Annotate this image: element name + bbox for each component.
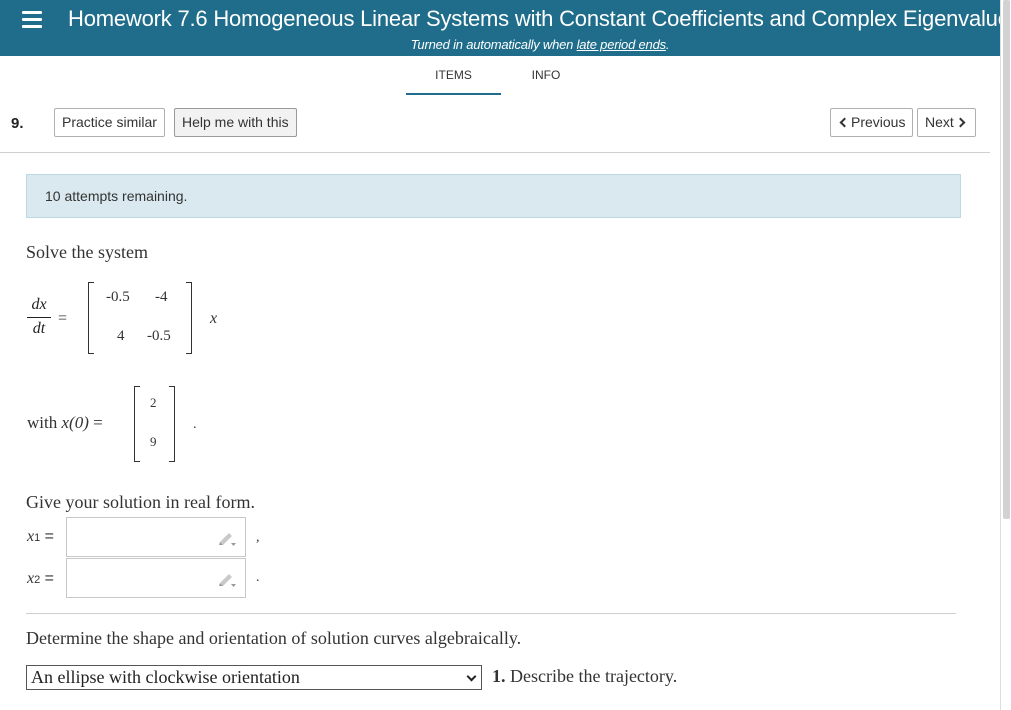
x1-label: x1 = xyxy=(27,528,55,545)
solution-instruction: Give your solution in real form. xyxy=(26,492,255,512)
x1-comma: , xyxy=(256,530,260,545)
trajectory-select[interactable]: An ellipse with clockwise orientation xyxy=(26,665,482,690)
initial-vector-1: 2 xyxy=(150,395,157,410)
pencil-icon[interactable] xyxy=(217,530,237,546)
section-divider xyxy=(26,613,956,614)
attempts-banner: 10 attempts remaining. xyxy=(26,174,961,218)
tab-items[interactable]: ITEMS xyxy=(406,66,501,95)
matrix-cell-22: -0.5 xyxy=(147,328,171,344)
matrix-right-bracket xyxy=(186,282,192,354)
assignment-title: Homework 7.6 Homogeneous Linear Systems … xyxy=(68,6,1000,31)
x2-answer-input[interactable] xyxy=(66,558,246,598)
chevron-right-icon xyxy=(955,117,966,128)
problem-intro: Solve the system xyxy=(26,242,148,262)
matrix-cell-12: -4 xyxy=(155,289,168,305)
derivative-numerator: dx xyxy=(31,296,47,313)
previous-button[interactable]: Previous xyxy=(830,108,914,137)
trajectory-prompt: Determine the shape and orientation of s… xyxy=(26,628,522,648)
initial-condition-label: with x(0) = xyxy=(27,413,103,432)
derivative-denominator: dt xyxy=(32,320,46,337)
tab-info[interactable]: INFO xyxy=(516,66,576,95)
x1-answer-input[interactable] xyxy=(66,517,246,557)
toolbar-divider xyxy=(0,152,990,153)
pencil-icon[interactable] xyxy=(217,571,237,587)
matrix-cell-21: 4 xyxy=(117,328,125,344)
initial-period: . xyxy=(193,417,197,432)
initial-vector-left-bracket xyxy=(134,386,140,462)
chevron-left-icon xyxy=(839,117,850,128)
trajectory-note: 1. Describe the trajectory. xyxy=(492,666,678,686)
assignment-header: Homework 7.6 Homogeneous Linear Systems … xyxy=(0,0,1000,56)
hamburger-menu-icon[interactable] xyxy=(22,10,42,30)
late-period-link[interactable]: late period ends xyxy=(577,37,667,52)
vector-variable: x xyxy=(210,310,218,327)
question-number: 9. xyxy=(11,115,24,132)
x2-label: x2 = xyxy=(27,570,55,587)
next-button[interactable]: Next xyxy=(917,108,976,137)
assignment-subtitle: Turned in automatically when late period… xyxy=(410,37,670,52)
x2-period: . xyxy=(256,570,260,585)
page-scrollbar[interactable] xyxy=(1000,0,1011,710)
derivative-fraction: dx dt xyxy=(27,296,51,340)
initial-vector-2: 9 xyxy=(150,434,157,449)
scrollbar-thumb[interactable] xyxy=(1003,0,1010,519)
practice-similar-button[interactable]: Practice similar xyxy=(54,108,165,137)
matrix-left-bracket xyxy=(88,282,94,354)
equals-sign: = xyxy=(58,310,68,327)
help-me-button[interactable]: Help me with this xyxy=(174,108,297,137)
chevron-down-icon xyxy=(466,671,477,682)
matrix-cell-11: -0.5 xyxy=(106,289,130,305)
initial-condition-lhs: x(0) xyxy=(61,413,89,432)
initial-vector-right-bracket xyxy=(169,386,175,462)
